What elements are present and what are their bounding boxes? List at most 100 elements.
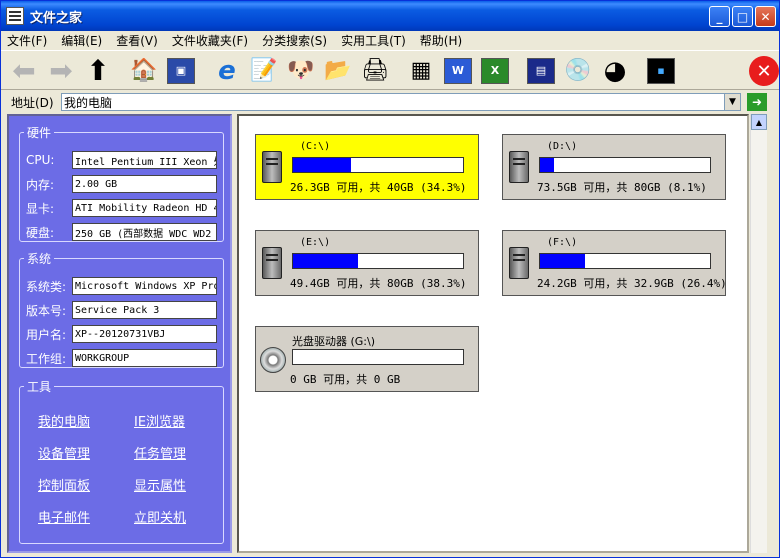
version-row: 版本号: Service Pack 3	[26, 301, 217, 319]
drive-info: 49.4GB 可用，共 80GB (38.3%)	[290, 277, 467, 290]
drives-panel: (C:\) 26.3GB 可用，共 40GB (34.3%) (D:\) 73.…	[237, 114, 749, 553]
title-bar[interactable]: 文件之家 _ □ ✕	[1, 1, 779, 31]
os-row: 系统类: Microsoft Windows XP Pro	[26, 277, 217, 295]
username-label: 用户名:	[26, 327, 67, 342]
system-legend: 系统	[27, 252, 52, 266]
menu-file[interactable]: 文件(F)	[7, 32, 47, 49]
calculator-icon[interactable]: ▦	[404, 54, 438, 88]
stop-icon[interactable]: ✕	[749, 56, 779, 86]
os-label: 系统类:	[26, 279, 67, 294]
printer-icon[interactable]: 🖨	[358, 54, 392, 88]
drive-label: 光盘驱动器 (G:\)	[292, 335, 376, 348]
usage-bar	[292, 349, 464, 365]
usage-fill	[293, 158, 352, 172]
internet-explorer-icon[interactable]: e	[210, 54, 244, 88]
os-field[interactable]: Microsoft Windows XP Pro	[72, 277, 217, 295]
drive-info: 0 GB 可用，共 0 GB	[290, 373, 401, 386]
disk-field[interactable]: 250 GB (西部数据 WDC WD2	[72, 223, 217, 241]
disk-row: 硬盘: 250 GB (西部数据 WDC WD2	[26, 223, 217, 241]
chevron-down-icon[interactable]: ▼	[724, 94, 740, 110]
version-label: 版本号:	[26, 303, 67, 318]
drive-g-cdrom[interactable]: 光盘驱动器 (G:\) 0 GB 可用，共 0 GB	[255, 326, 479, 392]
link-task-manager[interactable]: 任务管理	[134, 443, 186, 462]
menu-help[interactable]: 帮助(H)	[420, 32, 462, 49]
username-row: 用户名: XP--20120731VBJ	[26, 325, 217, 343]
drive-c[interactable]: (C:\) 26.3GB 可用，共 40GB (34.3%)	[255, 134, 479, 200]
menu-view[interactable]: 查看(V)	[116, 32, 158, 49]
hard-drive-icon	[509, 151, 529, 183]
address-value: 我的电脑	[64, 95, 113, 110]
scroll-up-icon[interactable]: ▲	[751, 114, 767, 130]
color-wheel-icon[interactable]: ◕	[598, 54, 632, 88]
minimize-button[interactable]: _	[709, 6, 730, 27]
workgroup-label: 工作组:	[26, 351, 67, 366]
menu-tools[interactable]: 实用工具(T)	[341, 32, 406, 49]
address-label: 地址(D)	[11, 95, 54, 110]
up-arrow-icon[interactable]: ⬆	[81, 54, 115, 88]
folder-home-icon[interactable]: 📂	[321, 54, 355, 88]
menu-bar: 文件(F) 编辑(E) 查看(V) 文件收藏夹(F) 分类搜索(S) 实用工具(…	[1, 31, 779, 51]
graphics-field[interactable]: ATI Mobility Radeon HD 4	[72, 199, 217, 217]
link-control-panel[interactable]: 控制面板	[38, 475, 90, 494]
menu-favorites[interactable]: 文件收藏夹(F)	[172, 32, 248, 49]
toolbar: ⬅ ➡ ⬆ 🏠 ▣ e 📝 🐶 📂 🖨 ▦ W X ▤ 💿 ◕ ▪ ✕	[1, 52, 779, 90]
link-display-properties[interactable]: 显示属性	[134, 475, 186, 494]
go-button[interactable]: ➜	[747, 93, 767, 111]
menu-edit[interactable]: 编辑(E)	[61, 32, 102, 49]
drive-label: (C:\)	[300, 141, 331, 152]
drive-label: (F:\)	[547, 237, 578, 248]
link-device-manager[interactable]: 设备管理	[38, 443, 90, 462]
drive-label: (D:\)	[547, 141, 578, 152]
house-icon[interactable]: 🏠	[127, 54, 161, 88]
drive-info: 73.5GB 可用，共 80GB (8.1%)	[537, 181, 707, 194]
memory-label: 内存:	[26, 177, 55, 192]
address-input[interactable]: 我的电脑 ▼	[61, 93, 741, 111]
drive-d[interactable]: (D:\) 73.5GB 可用，共 80GB (8.1%)	[502, 134, 726, 200]
hardware-group: 硬件 CPU: Intel Pentium III Xeon 处理器 内存: 2…	[19, 124, 224, 242]
link-shutdown[interactable]: 立即关机	[134, 507, 186, 526]
usage-bar	[292, 253, 464, 269]
link-ie-browser[interactable]: IE浏览器	[134, 411, 185, 430]
monitor-icon[interactable]: ▣	[164, 54, 198, 88]
cd-drive-icon	[260, 347, 286, 373]
cpu-row: CPU: Intel Pentium III Xeon 处理器	[26, 151, 217, 169]
cpu-label: CPU:	[26, 153, 55, 167]
link-my-computer[interactable]: 我的电脑	[38, 411, 90, 430]
close-button[interactable]: ✕	[755, 6, 776, 27]
drive-info: 24.2GB 可用，共 32.9GB (26.4%)	[537, 277, 727, 290]
excel-icon[interactable]: X	[478, 54, 512, 88]
menu-category-search[interactable]: 分类搜索(S)	[262, 32, 327, 49]
drive-e[interactable]: (E:\) 49.4GB 可用，共 80GB (38.3%)	[255, 230, 479, 296]
dog-icon[interactable]: 🐶	[284, 54, 318, 88]
forward-arrow-icon[interactable]: ➡	[44, 54, 78, 88]
vertical-scrollbar[interactable]: ▲	[750, 114, 767, 553]
link-email[interactable]: 电子邮件	[38, 507, 90, 526]
version-field[interactable]: Service Pack 3	[72, 301, 217, 319]
disc-icon[interactable]: 💿	[561, 54, 595, 88]
hard-drive-icon	[509, 247, 529, 279]
cpu-field[interactable]: Intel Pentium III Xeon 处理器	[72, 151, 217, 169]
disk-label: 硬盘:	[26, 225, 55, 240]
drive-label: (E:\)	[300, 237, 331, 248]
maximize-button[interactable]: □	[732, 6, 753, 27]
usage-fill	[540, 254, 585, 268]
workgroup-field[interactable]: WORKGROUP	[72, 349, 217, 367]
display-icon[interactable]: ▪	[644, 54, 678, 88]
hardware-legend: 硬件	[27, 126, 52, 140]
graphics-label: 显卡:	[26, 201, 55, 216]
blue-screen-icon[interactable]: ▤	[524, 54, 558, 88]
drive-info: 26.3GB 可用，共 40GB (34.3%)	[290, 181, 467, 194]
tools-legend: 工具	[27, 380, 52, 394]
username-field[interactable]: XP--20120731VBJ	[72, 325, 217, 343]
usage-fill	[540, 158, 554, 172]
app-window: 文件之家 _ □ ✕ 文件(F) 编辑(E) 查看(V) 文件收藏夹(F) 分类…	[0, 0, 780, 558]
word-icon[interactable]: W	[441, 54, 475, 88]
hard-drive-icon	[262, 151, 282, 183]
back-arrow-icon[interactable]: ⬅	[7, 54, 41, 88]
memory-row: 内存: 2.00 GB	[26, 175, 217, 193]
drive-f[interactable]: (F:\) 24.2GB 可用，共 32.9GB (26.4%)	[502, 230, 727, 296]
workgroup-row: 工作组: WORKGROUP	[26, 349, 217, 367]
memory-field[interactable]: 2.00 GB	[72, 175, 217, 193]
info-panel: 硬件 CPU: Intel Pentium III Xeon 处理器 内存: 2…	[7, 114, 232, 553]
document-pen-icon[interactable]: 📝	[247, 54, 281, 88]
